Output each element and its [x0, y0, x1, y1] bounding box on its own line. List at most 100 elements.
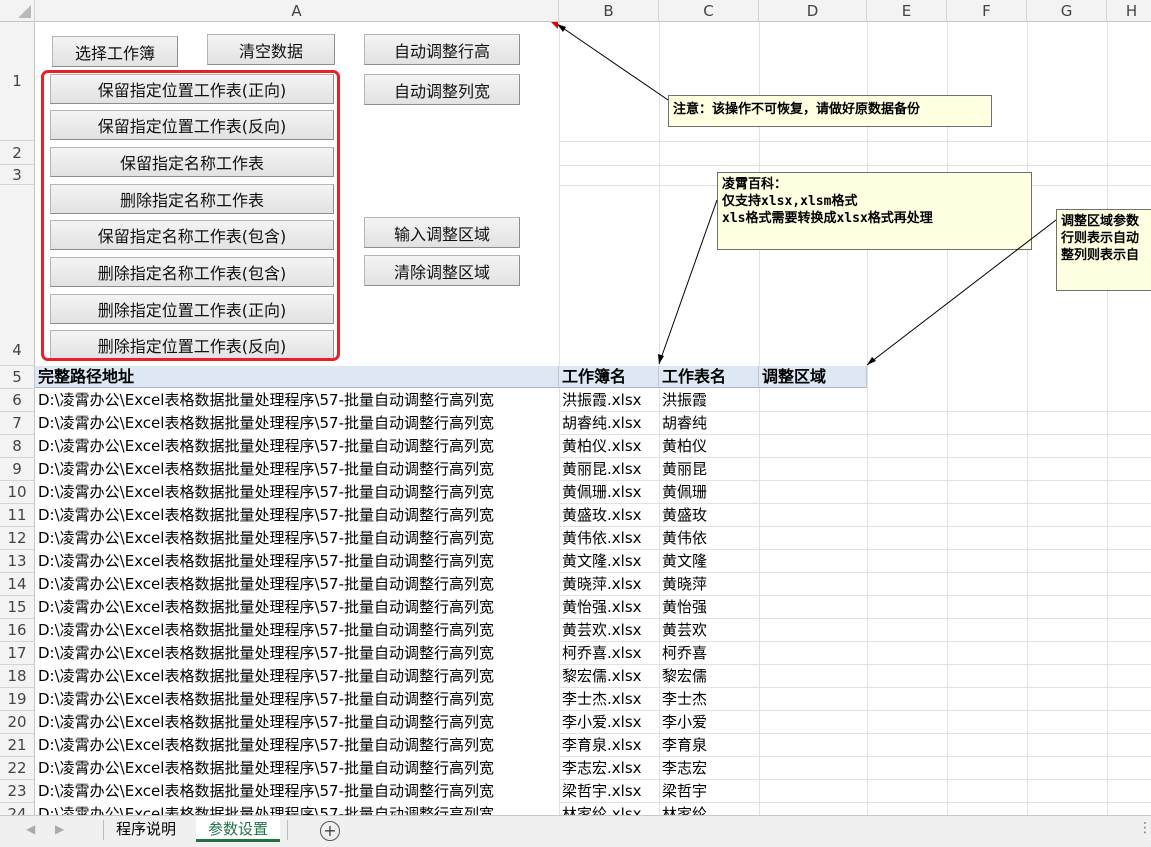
cell-full-path[interactable]: D:\凌霄办公\Excel表格数据批量处理程序\57-批量自动调整行高列宽: [35, 596, 559, 619]
cell-workbook-name[interactable]: 李士杰.xlsx: [559, 688, 659, 711]
cell-full-path[interactable]: D:\凌霄办公\Excel表格数据批量处理程序\57-批量自动调整行高列宽: [35, 619, 559, 642]
cell-workbook-name[interactable]: 黄芸欢.xlsx: [559, 619, 659, 642]
row-header[interactable]: 23: [0, 780, 35, 803]
cell-workbook-name[interactable]: 胡睿纯.xlsx: [559, 412, 659, 435]
row-header[interactable]: 8: [0, 435, 35, 458]
cell-sheet-name[interactable]: 梁哲宇: [659, 780, 759, 803]
tab-program-description[interactable]: 程序说明: [104, 816, 188, 842]
row-header[interactable]: 9: [0, 458, 35, 481]
cell-workbook-name[interactable]: 黄佩珊.xlsx: [559, 481, 659, 504]
header-adjust-region[interactable]: 调整区域: [759, 366, 867, 388]
select-all-corner[interactable]: [0, 0, 35, 22]
cell-full-path[interactable]: D:\凌霄办公\Excel表格数据批量处理程序\57-批量自动调整行高列宽: [35, 458, 559, 481]
column-header-d[interactable]: D: [759, 0, 867, 22]
cell-sheet-name[interactable]: 黄佩珊: [659, 481, 759, 504]
header-full-path[interactable]: 完整路径地址: [35, 366, 559, 388]
cell-sheet-name[interactable]: 李士杰: [659, 688, 759, 711]
cell-full-path[interactable]: D:\凌霄办公\Excel表格数据批量处理程序\57-批量自动调整行高列宽: [35, 688, 559, 711]
column-header-b[interactable]: B: [559, 0, 659, 22]
tab-parameter-settings[interactable]: 参数设置: [196, 816, 281, 842]
row-header-1[interactable]: 1: [0, 22, 35, 141]
cell-sheet-name[interactable]: 胡睿纯: [659, 412, 759, 435]
cell-workbook-name[interactable]: 李育泉.xlsx: [559, 734, 659, 757]
cell-sheet-name[interactable]: 黄芸欢: [659, 619, 759, 642]
cell-sheet-name[interactable]: 李志宏: [659, 757, 759, 780]
cell-full-path[interactable]: D:\凌霄办公\Excel表格数据批量处理程序\57-批量自动调整行高列宽: [35, 780, 559, 803]
cell-sheet-name[interactable]: 黄丽昆: [659, 458, 759, 481]
row-header[interactable]: 13: [0, 550, 35, 573]
clear-region-button[interactable]: 清除调整区域: [364, 255, 520, 286]
cell-workbook-name[interactable]: 黎宏儒.xlsx: [559, 665, 659, 688]
row-header-2[interactable]: 2: [0, 141, 35, 165]
row-header[interactable]: 6: [0, 389, 35, 412]
input-region-button[interactable]: 输入调整区域: [364, 217, 520, 248]
row-header-3[interactable]: 3: [0, 165, 35, 185]
add-sheet-icon[interactable]: +: [320, 821, 340, 841]
cell-full-path[interactable]: D:\凌霄办公\Excel表格数据批量处理程序\57-批量自动调整行高列宽: [35, 757, 559, 780]
row-header[interactable]: 17: [0, 642, 35, 665]
cell-workbook-name[interactable]: 黄文隆.xlsx: [559, 550, 659, 573]
cell-sheet-name[interactable]: 柯乔喜: [659, 642, 759, 665]
cell-workbook-name[interactable]: 黄柏仪.xlsx: [559, 435, 659, 458]
row-header[interactable]: 22: [0, 757, 35, 780]
cell-full-path[interactable]: D:\凌霄办公\Excel表格数据批量处理程序\57-批量自动调整行高列宽: [35, 642, 559, 665]
row-header[interactable]: 16: [0, 619, 35, 642]
select-workbook-button[interactable]: 选择工作簿: [52, 36, 178, 67]
cell-workbook-name[interactable]: 梁哲宇.xlsx: [559, 780, 659, 803]
cell-workbook-name[interactable]: 李小爱.xlsx: [559, 711, 659, 734]
row-header[interactable]: 19: [0, 688, 35, 711]
header-workbook-name[interactable]: 工作簿名: [559, 366, 659, 388]
cell-workbook-name[interactable]: 柯乔喜.xlsx: [559, 642, 659, 665]
row-header-4[interactable]: 4: [0, 185, 35, 366]
column-header-h[interactable]: H: [1107, 0, 1151, 22]
row-header-5[interactable]: 5: [0, 366, 35, 389]
cell-sheet-name[interactable]: 黄文隆: [659, 550, 759, 573]
row-header[interactable]: 11: [0, 504, 35, 527]
cell-workbook-name[interactable]: 李志宏.xlsx: [559, 757, 659, 780]
cell-full-path[interactable]: D:\凌霄办公\Excel表格数据批量处理程序\57-批量自动调整行高列宽: [35, 573, 559, 596]
header-sheet-name[interactable]: 工作表名: [659, 366, 759, 388]
cell-full-path[interactable]: D:\凌霄办公\Excel表格数据批量处理程序\57-批量自动调整行高列宽: [35, 527, 559, 550]
cell-full-path[interactable]: D:\凌霄办公\Excel表格数据批量处理程序\57-批量自动调整行高列宽: [35, 711, 559, 734]
cell-sheet-name[interactable]: 黄柏仪: [659, 435, 759, 458]
more-options-icon[interactable]: ⋮: [1138, 820, 1151, 836]
cell-sheet-name[interactable]: 黄盛玫: [659, 504, 759, 527]
row-header[interactable]: 20: [0, 711, 35, 734]
cell-full-path[interactable]: D:\凌霄办公\Excel表格数据批量处理程序\57-批量自动调整行高列宽: [35, 389, 559, 412]
row-header[interactable]: 18: [0, 665, 35, 688]
cell-sheet-name[interactable]: 黄晓萍: [659, 573, 759, 596]
cell-workbook-name[interactable]: 黄盛玫.xlsx: [559, 504, 659, 527]
cell-workbook-name[interactable]: 黄伟依.xlsx: [559, 527, 659, 550]
column-header-e[interactable]: E: [867, 0, 947, 22]
row-header[interactable]: 7: [0, 412, 35, 435]
cell-sheet-name[interactable]: 黎宏儒: [659, 665, 759, 688]
cell-sheet-name[interactable]: 黄伟依: [659, 527, 759, 550]
auto-row-height-button[interactable]: 自动调整行高: [364, 34, 520, 65]
scroll-left-icon[interactable]: ◀: [26, 822, 35, 836]
cell-sheet-name[interactable]: 李育泉: [659, 734, 759, 757]
scroll-right-icon[interactable]: ▶: [55, 822, 64, 836]
row-header[interactable]: 21: [0, 734, 35, 757]
cell-full-path[interactable]: D:\凌霄办公\Excel表格数据批量处理程序\57-批量自动调整行高列宽: [35, 481, 559, 504]
cell-workbook-name[interactable]: 黄怡强.xlsx: [559, 596, 659, 619]
column-header-a[interactable]: A: [35, 0, 559, 22]
clear-data-button[interactable]: 清空数据: [207, 34, 335, 65]
cell-full-path[interactable]: D:\凌霄办公\Excel表格数据批量处理程序\57-批量自动调整行高列宽: [35, 734, 559, 757]
column-header-g[interactable]: G: [1027, 0, 1107, 22]
column-header-f[interactable]: F: [947, 0, 1027, 22]
cell-full-path[interactable]: D:\凌霄办公\Excel表格数据批量处理程序\57-批量自动调整行高列宽: [35, 550, 559, 573]
cell-workbook-name[interactable]: 黄丽昆.xlsx: [559, 458, 659, 481]
cell-full-path[interactable]: D:\凌霄办公\Excel表格数据批量处理程序\57-批量自动调整行高列宽: [35, 504, 559, 527]
row-header[interactable]: 15: [0, 596, 35, 619]
row-header[interactable]: 12: [0, 527, 35, 550]
column-header-c[interactable]: C: [659, 0, 759, 22]
cell-full-path[interactable]: D:\凌霄办公\Excel表格数据批量处理程序\57-批量自动调整行高列宽: [35, 665, 559, 688]
cell-workbook-name[interactable]: 洪振霞.xlsx: [559, 389, 659, 412]
cell-workbook-name[interactable]: 黄晓萍.xlsx: [559, 573, 659, 596]
auto-col-width-button[interactable]: 自动调整列宽: [364, 74, 520, 105]
row-header[interactable]: 14: [0, 573, 35, 596]
cell-sheet-name[interactable]: 黄怡强: [659, 596, 759, 619]
row-header[interactable]: 10: [0, 481, 35, 504]
cell-full-path[interactable]: D:\凌霄办公\Excel表格数据批量处理程序\57-批量自动调整行高列宽: [35, 435, 559, 458]
cell-sheet-name[interactable]: 李小爱: [659, 711, 759, 734]
